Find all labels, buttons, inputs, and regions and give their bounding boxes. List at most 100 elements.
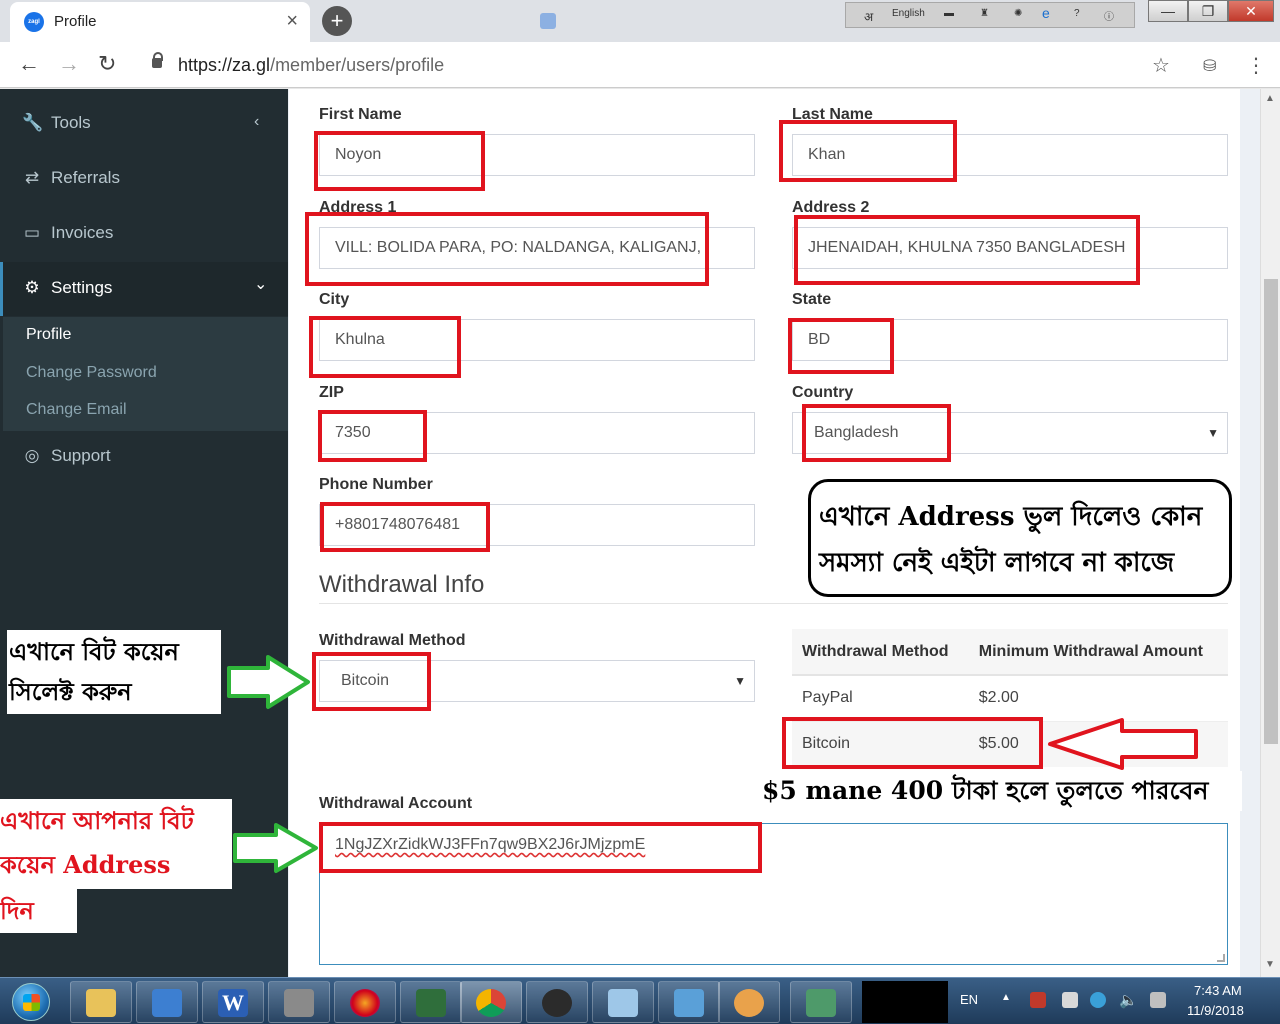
sidebar-item-settings[interactable]: ⚙ Settings ⌄ <box>0 262 288 316</box>
dropdown-arrow-icon: ▼ <box>734 674 746 688</box>
new-tab-button[interactable]: + <box>322 6 352 36</box>
taskbar-nox[interactable] <box>526 981 588 1023</box>
highlight-city <box>309 316 461 378</box>
pen-icon: ♜ <box>980 8 989 19</box>
tab-title: Profile <box>54 13 97 30</box>
sidebar-item-support[interactable]: ◎ Support <box>0 430 288 484</box>
taskbar-notepad[interactable] <box>592 981 654 1023</box>
display-icon[interactable] <box>1150 992 1166 1008</box>
url-host: https://za.gl <box>178 55 271 75</box>
clock-time[interactable]: 7:43 AM <box>1194 983 1242 998</box>
address-bar[interactable]: https://za.gl/member/users/profile <box>138 49 1188 81</box>
page-scrollbar[interactable]: ▲ ▼ <box>1260 89 1280 977</box>
volume-icon[interactable]: 🔈 <box>1119 991 1138 1009</box>
language-bar[interactable]: अ English ▬ ♜ ✺ e ? ⓘ <box>845 2 1135 28</box>
highlight-phone <box>320 502 490 552</box>
close-window-button[interactable]: ✕ <box>1228 0 1274 22</box>
bookmark-star-icon[interactable]: ☆ <box>1152 53 1170 78</box>
lock-icon <box>152 52 163 68</box>
first-name-label: First Name <box>319 106 402 123</box>
minimize-button[interactable]: — <box>1148 0 1188 22</box>
bitcoin-address-note-tail: দিন <box>0 889 77 933</box>
credit-card-icon: ▭ <box>23 223 41 242</box>
app-window-icon <box>152 989 182 1017</box>
taskbar-chrome[interactable] <box>460 981 522 1023</box>
note-text-line: কয়েন Address <box>0 850 171 879</box>
windows-logo-icon <box>12 983 50 1021</box>
red-arrow-left-icon <box>1048 718 1198 770</box>
highlight-zip <box>318 410 427 462</box>
sidebar-item-label: Referrals <box>51 168 120 187</box>
help-icon: ? <box>1074 8 1080 19</box>
zip-label: ZIP <box>319 384 344 401</box>
keyboard-icon: ▬ <box>944 8 954 19</box>
monitor-icon <box>416 989 446 1017</box>
back-button[interactable]: ← <box>18 52 40 76</box>
taskbar-monitor[interactable] <box>400 981 462 1023</box>
info-icon: ⓘ <box>1104 12 1114 23</box>
taskbar-app[interactable] <box>136 981 198 1023</box>
bitcoin-address-note: এখানে আপনার বিট কয়েন Address <box>0 799 232 889</box>
tray-expand-icon[interactable]: ▲ <box>1001 992 1011 1003</box>
scrollbar-thumb[interactable] <box>1264 279 1278 744</box>
tab-close-icon[interactable]: × <box>286 11 298 31</box>
background-tab[interactable] <box>540 8 564 32</box>
taskbar-photos[interactable] <box>790 981 852 1023</box>
withdrawal-info-title: Withdrawal Info <box>319 571 485 598</box>
browser-tab-profile[interactable]: zagl Profile × <box>10 2 310 42</box>
taskbar-explorer[interactable] <box>70 981 132 1023</box>
sidebar-item-referrals[interactable]: ⇄ Referrals <box>0 152 288 206</box>
note-text-line: এখানে আপনার বিট <box>0 806 194 835</box>
taskbar-screen[interactable] <box>658 981 720 1023</box>
tray-redacted-area <box>862 981 948 1023</box>
maximize-button[interactable]: ❐ <box>1188 0 1228 22</box>
folder-icon <box>86 989 116 1017</box>
note-text-line: সিলেক্ট করুন <box>9 677 132 706</box>
forward-button[interactable]: → <box>58 52 80 76</box>
callout-text-line: এখানে Address ভুল দিলেও কোন <box>819 502 1203 532</box>
reload-button[interactable]: ↻ <box>98 52 116 76</box>
word-icon: W <box>218 989 248 1017</box>
ie-icon: e <box>1042 5 1050 21</box>
section-divider <box>319 603 1228 604</box>
taskbar-paint[interactable] <box>718 981 780 1023</box>
sidebar-item-tools[interactable]: 🔧 Tools ‹ <box>0 97 288 151</box>
language-indicator[interactable]: EN <box>960 992 978 1007</box>
state-label: State <box>792 291 832 308</box>
taskbar-word[interactable]: W <box>202 981 264 1023</box>
extension-icon[interactable]: ⛁ <box>1203 56 1216 76</box>
resize-handle-icon[interactable] <box>1217 954 1225 962</box>
sidebar-subitem-change-password[interactable]: Change Password <box>26 364 157 382</box>
highlight-first-name <box>314 131 485 191</box>
select-bitcoin-note: এখানে বিট কয়েন সিলেক্ট করুন <box>7 630 221 714</box>
highlight-address2 <box>794 215 1140 285</box>
sidebar-item-label: Tools <box>51 113 91 132</box>
language-bar-script-icon: अ <box>864 10 874 24</box>
highlight-country <box>802 404 951 462</box>
notepad-icon <box>608 989 638 1017</box>
start-button[interactable] <box>6 980 56 1024</box>
phone-label: Phone Number <box>319 476 433 493</box>
sidebar-item-invoices[interactable]: ▭ Invoices <box>0 207 288 261</box>
browser-menu-icon[interactable]: ⋮ <box>1246 53 1266 78</box>
scroll-up-icon[interactable]: ▲ <box>1265 93 1275 104</box>
language-bar-label: English <box>892 8 925 19</box>
highlight-withdrawal-account <box>319 822 762 873</box>
withdrawal-account-label: Withdrawal Account <box>319 795 473 812</box>
sidebar-subitem-change-email[interactable]: Change Email <box>26 401 127 419</box>
chevron-down-icon: ⌄ <box>254 276 268 293</box>
nox-icon <box>542 989 572 1017</box>
scroll-down-icon[interactable]: ▼ <box>1265 959 1275 970</box>
browser-tab-bar: zagl Profile × + अ English ▬ ♜ ✺ e ? ⓘ —… <box>0 0 1280 42</box>
clock-date[interactable]: 11/9/2018 <box>1187 1003 1244 1018</box>
sidebar-subitem-profile[interactable]: Profile <box>26 326 71 344</box>
highlight-state <box>788 318 894 374</box>
exchange-icon: ⇄ <box>24 168 40 187</box>
shield-icon[interactable] <box>1030 992 1046 1008</box>
flag-icon[interactable] <box>1062 992 1078 1008</box>
gears-icon: ⚙ <box>24 278 40 297</box>
taskbar-app-2[interactable] <box>334 981 396 1023</box>
network-icon[interactable] <box>1090 992 1106 1008</box>
settings-submenu: Profile Change Password Change Email <box>3 317 288 431</box>
taskbar-tool[interactable] <box>268 981 330 1023</box>
